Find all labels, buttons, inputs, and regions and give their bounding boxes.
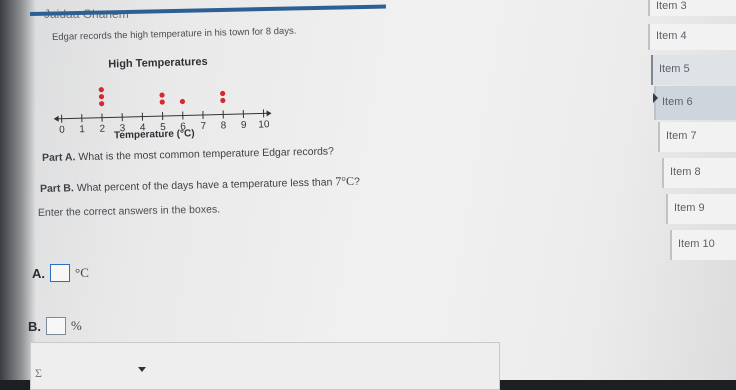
axis-arrow-right xyxy=(266,110,271,116)
data-dot-5-2 xyxy=(159,92,164,97)
x-tick-label-9: 9 xyxy=(241,120,247,131)
nav-item-9[interactable]: Item 9 xyxy=(666,194,736,224)
sigma-icon[interactable]: Σ xyxy=(35,366,42,381)
data-dot-5-1 xyxy=(160,99,165,104)
nav-item-5[interactable]: Item 5 xyxy=(651,55,736,85)
nav-item-7[interactable]: Item 7 xyxy=(658,122,736,152)
data-dot-8-1 xyxy=(220,98,225,103)
answer-b-row: B. % xyxy=(28,317,82,335)
axis-arrow-left xyxy=(54,116,59,122)
x-tick-label-10: 10 xyxy=(258,119,270,130)
answer-a-unit: °C xyxy=(75,265,89,281)
x-tick-label-0: 0 xyxy=(59,125,65,136)
x-tick-label-8: 8 xyxy=(221,120,227,131)
answer-a-letter: A. xyxy=(32,266,45,281)
answer-a-row: A. °C xyxy=(32,264,89,282)
data-dot-2-3 xyxy=(99,87,104,92)
item-navigation: Item 3 Item 4 Item 5 Item 6 Item 7 Item … xyxy=(644,0,736,380)
data-dot-2-2 xyxy=(99,94,104,99)
nav-item-6[interactable]: Item 6 xyxy=(654,86,736,120)
dot-plot-svg: 012345678910 xyxy=(50,50,292,140)
answer-b-input[interactable] xyxy=(46,317,66,335)
x-tick-label-1: 1 xyxy=(79,124,85,135)
nav-item-8[interactable]: Item 8 xyxy=(662,158,736,188)
x-tick-label-2: 2 xyxy=(99,124,105,135)
chevron-down-icon[interactable] xyxy=(138,367,146,372)
nav-item-4[interactable]: Item 4 xyxy=(648,24,736,50)
x-axis-title: Temperature (°C) xyxy=(114,128,195,141)
part-a-label: Part A. xyxy=(42,151,76,164)
part-b-label: Part B. xyxy=(40,182,74,195)
part-b-question-mark: ? xyxy=(354,176,360,188)
math-toolbar-panel xyxy=(30,342,500,390)
data-dot-8-2 xyxy=(220,91,225,96)
part-b-unit: °C xyxy=(341,174,354,188)
nav-item-10[interactable]: Item 10 xyxy=(670,230,736,260)
answer-b-unit: % xyxy=(71,318,82,334)
nav-item-3[interactable]: Item 3 xyxy=(648,0,736,16)
answer-a-input[interactable] xyxy=(50,264,70,282)
x-tick-label-7: 7 xyxy=(200,121,206,132)
answer-b-letter: B. xyxy=(28,319,41,334)
data-dot-6-1 xyxy=(180,99,185,104)
data-dot-2-1 xyxy=(99,101,104,106)
